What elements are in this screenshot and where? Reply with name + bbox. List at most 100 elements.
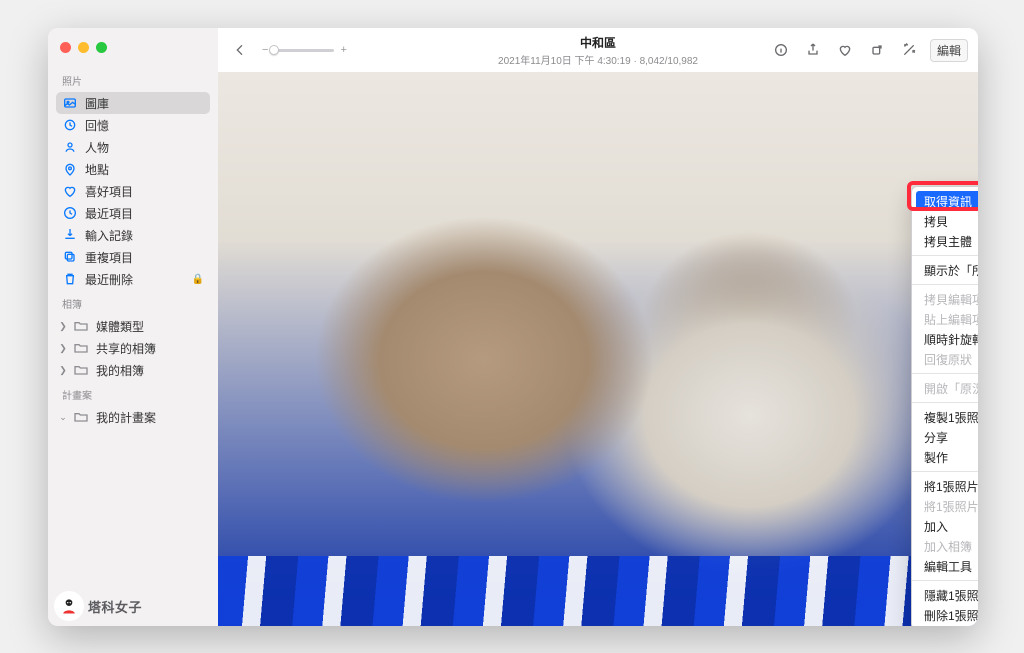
ctx-copy[interactable]: 拷貝 bbox=[912, 211, 978, 231]
library-icon bbox=[62, 95, 78, 111]
ctx-label: 隱藏1張照片 bbox=[924, 587, 978, 604]
ctx-label: 編輯工具 bbox=[924, 558, 972, 575]
back-button[interactable] bbox=[228, 38, 252, 62]
zoom-out-icon: − bbox=[262, 44, 268, 56]
photo-meta-subtitle: 2021年11月10日 下午 4:30:19 · 8,042/10,982 bbox=[498, 52, 698, 67]
ctx-separator bbox=[912, 255, 978, 256]
ctx-label: 拷貝 bbox=[924, 213, 948, 230]
sidebar-item-label: 我的計畫案 bbox=[96, 409, 204, 426]
ctx-copy-subject[interactable]: 拷貝主體 bbox=[912, 231, 978, 251]
enhance-button[interactable] bbox=[898, 38, 920, 62]
sidebar-item-label: 我的相簿 bbox=[96, 362, 204, 379]
info-button[interactable] bbox=[770, 38, 792, 62]
photo-content bbox=[218, 72, 978, 626]
sidebar-item-favorites[interactable]: 喜好項目 bbox=[56, 180, 210, 202]
sidebar-item-label: 重複項目 bbox=[85, 249, 204, 266]
title-block: 中和區 2021年11月10日 下午 4:30:19 · 8,042/10,98… bbox=[498, 34, 698, 67]
ctx-add-album: 加入相簿 bbox=[912, 536, 978, 556]
photo-viewer[interactable] bbox=[218, 72, 978, 626]
sidebar-item-label: 媒體類型 bbox=[96, 318, 204, 335]
ctx-move-to-shared[interactable]: 將1張照片移動至「共享的圖庫」 bbox=[912, 476, 978, 496]
lock-icon: 🔒 bbox=[192, 274, 204, 285]
ctx-label: 顯示於「所有照片」 bbox=[924, 262, 978, 279]
chevron-right-icon: ❯ bbox=[58, 365, 68, 376]
share-button[interactable] bbox=[802, 38, 824, 62]
ctx-separator bbox=[912, 471, 978, 472]
photo-location-title: 中和區 bbox=[498, 34, 698, 51]
sidebar-item-my-projects[interactable]: ⌄ 我的計畫案 bbox=[56, 406, 210, 428]
ctx-hide[interactable]: 隱藏1張照片 bbox=[912, 585, 978, 605]
toolbar: − + 中和區 2021年11月10日 下午 4:30:19 · 8,042/1… bbox=[218, 28, 978, 72]
minimize-window-button[interactable] bbox=[78, 42, 89, 53]
trash-icon bbox=[62, 271, 78, 287]
main-area: − + 中和區 2021年11月10日 下午 4:30:19 · 8,042/1… bbox=[218, 28, 978, 626]
sidebar-item-my-albums[interactable]: ❯ 我的相簿 bbox=[56, 359, 210, 381]
sidebar-section-albums: 相簿 bbox=[56, 290, 210, 315]
rotate-button[interactable] bbox=[866, 38, 888, 62]
ctx-label: 加入相簿 bbox=[924, 538, 972, 555]
sidebar-item-places[interactable]: 地點 bbox=[56, 158, 210, 180]
ctx-label: 製作 bbox=[924, 449, 948, 466]
ctx-label: 分享 bbox=[924, 429, 948, 446]
ctx-separator bbox=[912, 373, 978, 374]
ctx-delete[interactable]: 刪除1張照片 bbox=[912, 605, 978, 625]
ctx-add-to[interactable]: 加入❯ bbox=[912, 516, 978, 536]
watermark: 塔科女子 bbox=[56, 593, 142, 619]
close-window-button[interactable] bbox=[60, 42, 71, 53]
ctx-separator bbox=[912, 284, 978, 285]
sidebar-item-label: 喜好項目 bbox=[85, 183, 204, 200]
sidebar-item-label: 最近刪除 bbox=[85, 271, 185, 288]
sidebar-item-library[interactable]: 圖庫 bbox=[56, 92, 210, 114]
pin-icon bbox=[62, 161, 78, 177]
sidebar: 照片 圖庫 回憶 人物 地點 喜好項目 最近項目 輸入記錄 bbox=[48, 28, 218, 626]
sidebar-item-imports[interactable]: 輸入記錄 bbox=[56, 224, 210, 246]
toolbar-right: 編輯 bbox=[770, 38, 968, 62]
fullscreen-window-button[interactable] bbox=[96, 42, 107, 53]
ctx-label: 拷貝編輯項目 bbox=[924, 291, 978, 308]
ctx-show-in-all-photos[interactable]: 顯示於「所有照片」 bbox=[912, 260, 978, 280]
chevron-right-icon: ❯ bbox=[58, 343, 68, 354]
ctx-label: 貼上編輯項目 bbox=[924, 311, 978, 328]
sidebar-item-recently-deleted[interactable]: 最近刪除 🔒 bbox=[56, 268, 210, 290]
ctx-edit-tools[interactable]: 編輯工具❯ bbox=[912, 556, 978, 576]
ctx-label: 回復原狀 bbox=[924, 351, 972, 368]
memories-icon bbox=[62, 117, 78, 133]
sidebar-item-label: 人物 bbox=[85, 139, 204, 156]
sidebar-item-shared-albums[interactable]: ❯ 共享的相簿 bbox=[56, 337, 210, 359]
ctx-label: 刪除1張照片 bbox=[924, 607, 978, 624]
folder-icon bbox=[73, 362, 89, 378]
ctx-copy-edits: 拷貝編輯項目 bbox=[912, 289, 978, 309]
zoom-knob[interactable] bbox=[269, 45, 279, 55]
sidebar-item-label: 地點 bbox=[85, 161, 204, 178]
sidebar-item-memories[interactable]: 回憶 bbox=[56, 114, 210, 136]
chevron-right-icon: ❯ bbox=[58, 321, 68, 332]
ctx-label: 複製1張照片 bbox=[924, 409, 978, 426]
ctx-paste-edits: 貼上編輯項目 bbox=[912, 309, 978, 329]
ctx-label: 將1張照片移動至你的「個人圖庫」 bbox=[924, 498, 978, 515]
sidebar-item-people[interactable]: 人物 bbox=[56, 136, 210, 158]
sidebar-item-label: 最近項目 bbox=[85, 205, 204, 222]
folder-icon bbox=[73, 409, 89, 425]
favorite-button[interactable] bbox=[834, 38, 856, 62]
ctx-make[interactable]: 製作❯ bbox=[912, 447, 978, 467]
ctx-label: 加入 bbox=[924, 518, 948, 535]
ctx-duplicate[interactable]: 複製1張照片 bbox=[912, 407, 978, 427]
ctx-get-info[interactable]: 取得資訊 bbox=[916, 191, 978, 211]
import-icon bbox=[62, 227, 78, 243]
sidebar-item-media-types[interactable]: ❯ 媒體類型 bbox=[56, 315, 210, 337]
ctx-label: 順時針旋轉 bbox=[924, 331, 978, 348]
watermark-text: 塔科女子 bbox=[88, 597, 142, 616]
ctx-label: 取得資訊 bbox=[924, 193, 972, 210]
ctx-rotate-cw[interactable]: 順時針旋轉 bbox=[912, 329, 978, 349]
zoom-track[interactable] bbox=[274, 49, 334, 52]
ctx-label: 開啟「原況照片」 bbox=[924, 380, 978, 397]
sidebar-item-duplicates[interactable]: 重複項目 bbox=[56, 246, 210, 268]
sidebar-item-recents[interactable]: 最近項目 bbox=[56, 202, 210, 224]
sidebar-section-projects: 計畫案 bbox=[56, 381, 210, 406]
ctx-share[interactable]: 分享❯ bbox=[912, 427, 978, 447]
zoom-slider[interactable]: − + bbox=[262, 44, 347, 56]
photos-app-window: 照片 圖庫 回憶 人物 地點 喜好項目 最近項目 輸入記錄 bbox=[48, 28, 978, 626]
sidebar-item-label: 共享的相簿 bbox=[96, 340, 204, 357]
edit-button[interactable]: 編輯 bbox=[930, 39, 968, 62]
duplicate-icon bbox=[62, 249, 78, 265]
